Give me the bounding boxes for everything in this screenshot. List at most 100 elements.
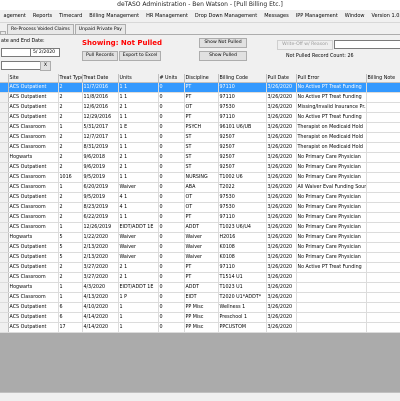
billing-note-cell[interactable] [366, 252, 400, 263]
pull-error-cell[interactable]: No Primary Care Physician [296, 212, 367, 223]
pull-error-cell[interactable] [296, 282, 367, 293]
menu-item[interactable]: Messages [261, 13, 293, 19]
site-cell[interactable]: ACS Outpatient [8, 302, 59, 313]
end-date-field[interactable]: 5/ 2/2020 [30, 48, 60, 57]
site-cell[interactable]: ACS Outpatient [8, 102, 59, 113]
treat-type-cell[interactable]: 2 [58, 132, 83, 143]
table-row[interactable]: ACS Classroom 2 8/23/2019 4 1 0 OT 97530 3/26/2… [0, 202, 400, 213]
units-cell[interactable]: 2 1 [118, 262, 159, 273]
pull-date-cell[interactable]: 3/26/2020 [266, 232, 297, 243]
num-units-cell[interactable]: 0 [158, 142, 185, 153]
row-header[interactable] [0, 282, 9, 293]
treat-date-cell[interactable]: 3/27/2020 [82, 272, 119, 283]
num-units-cell[interactable]: 0 [158, 252, 185, 263]
pull-date-cell[interactable]: 3/26/2020 [266, 162, 297, 173]
row-header[interactable] [0, 322, 9, 333]
pull-date-cell[interactable]: 3/26/2020 [266, 322, 297, 333]
pull-error-cell[interactable]: No Active PT Treat Funding [296, 262, 367, 273]
billing-note-cell[interactable] [366, 272, 400, 283]
discipline-cell[interactable]: Waiver [184, 252, 219, 263]
treat-date-cell[interactable]: 5/31/2017 [82, 122, 119, 133]
discipline-cell[interactable]: OT [184, 192, 219, 203]
num-units-cell[interactable]: 0 [158, 292, 185, 303]
table-row[interactable]: ACS Outpatient 2 9/6/2019 2 1 0 ST 92507 3/26/2… [0, 162, 400, 173]
num-units-cell[interactable]: 0 [158, 82, 185, 93]
discipline-cell[interactable]: OT [184, 102, 219, 113]
treat-type-cell[interactable]: 2 [58, 202, 83, 213]
treat-type-cell[interactable]: 2 [58, 212, 83, 223]
site-cell[interactable]: ACS Classroom [8, 222, 59, 233]
units-cell[interactable]: 1 1 [118, 112, 159, 123]
table-row[interactable]: ACS Outpatient 2 9/5/2019 4 1 0 OT 97530 3/26/2… [0, 192, 400, 203]
treat-date-cell[interactable]: 9/6/2019 [82, 162, 119, 173]
billing-code-cell[interactable]: 97530 [218, 102, 267, 113]
menu-item[interactable]: Window [341, 13, 368, 19]
billing-note-cell[interactable] [366, 292, 400, 303]
treat-date-cell[interactable]: 6/22/2019 [82, 212, 119, 223]
row-header[interactable] [0, 312, 9, 323]
row-header[interactable] [0, 182, 9, 193]
pull-date-cell[interactable]: 3/26/2020 [266, 252, 297, 263]
units-cell[interactable]: 2 1 [118, 102, 159, 113]
pull-date-cell[interactable]: 3/26/2020 [266, 182, 297, 193]
units-cell[interactable]: 1 1 [118, 82, 159, 93]
billing-note-cell[interactable] [366, 302, 400, 313]
site-cell[interactable]: ACS Classroom [8, 122, 59, 133]
discipline-cell[interactable]: ST [184, 162, 219, 173]
column-header[interactable]: Pull Error [296, 74, 367, 83]
discipline-cell[interactable]: PT [184, 82, 219, 93]
pull-error-cell[interactable]: No Primary Care Physician [296, 192, 367, 203]
pull-date-cell[interactable]: 3/26/2020 [266, 222, 297, 233]
treat-type-cell[interactable]: 5 [58, 232, 83, 243]
site-cell[interactable]: ACS Classroom [8, 182, 59, 193]
discipline-cell[interactable]: PT [184, 262, 219, 273]
num-units-cell[interactable]: 0 [158, 222, 185, 233]
billing-note-cell[interactable] [366, 92, 400, 103]
table-row[interactable]: Hogwarts 1 4/3/2020 EIDT/ADDT 1E 0 ADDT T1023 … [0, 282, 400, 293]
pull-error-cell[interactable]: Therapist on Medicaid Hold [296, 142, 367, 153]
billing-grid[interactable]: Site Treat Type Treat Date Units # Units Disc… [0, 74, 400, 392]
row-header[interactable] [0, 92, 9, 103]
treat-type-cell[interactable]: 2 [58, 162, 83, 173]
column-header[interactable]: # Units [158, 74, 185, 83]
site-cell[interactable]: ACS Outpatient [8, 322, 59, 333]
units-cell[interactable]: Waiver [118, 232, 159, 243]
treat-type-cell[interactable]: 2 [58, 82, 83, 93]
pull-error-cell[interactable]: No Primary Care Physician [296, 252, 367, 263]
row-header[interactable] [0, 192, 9, 203]
column-header[interactable]: Billing Note [366, 74, 400, 83]
column-header[interactable]: Discipline [184, 74, 219, 83]
table-row[interactable]: ACS Classroom 1 5/31/2017 1 E 0 PSYCH 96101 U6… [0, 122, 400, 133]
column-header[interactable]: Pull Date [266, 74, 297, 83]
row-header[interactable] [0, 232, 9, 243]
pull-date-cell[interactable]: 3/26/2020 [266, 242, 297, 253]
billing-note-cell[interactable] [366, 242, 400, 253]
treat-type-cell[interactable]: 17 [58, 322, 83, 333]
row-header[interactable] [0, 82, 9, 93]
treat-date-cell[interactable]: 4/14/2020 [82, 322, 119, 333]
treat-date-cell[interactable]: 3/27/2020 [82, 262, 119, 273]
treat-date-cell[interactable]: 11/8/2016 [82, 92, 119, 103]
billing-code-cell[interactable]: T1514 U1 [218, 272, 267, 283]
billing-code-cell[interactable]: 97110 [218, 82, 267, 93]
treat-date-cell[interactable]: 8/31/2019 [82, 142, 119, 153]
row-header[interactable] [0, 162, 9, 173]
billing-note-cell[interactable] [366, 262, 400, 273]
billing-code-cell[interactable]: T1002 U6 [218, 172, 267, 183]
treat-date-cell[interactable]: 8/23/2019 [82, 202, 119, 213]
pull-error-cell[interactable]: No Active PT Treat Funding [296, 82, 367, 93]
num-units-cell[interactable]: 0 [158, 102, 185, 113]
units-cell[interactable]: 4 1 [118, 202, 159, 213]
column-header[interactable]: Treat Date [82, 74, 119, 83]
billing-note-cell[interactable] [366, 322, 400, 333]
pull-error-cell[interactable]: Therapist on Medicaid Hold [296, 132, 367, 143]
row-header[interactable] [0, 152, 9, 163]
billing-code-cell[interactable]: 97110 [218, 92, 267, 103]
treat-date-cell[interactable]: 12/6/2016 [82, 102, 119, 113]
billing-note-cell[interactable] [366, 202, 400, 213]
treat-type-cell[interactable]: 2 [58, 272, 83, 283]
billing-code-cell[interactable]: T1023 U6/U4 [218, 222, 267, 233]
num-units-cell[interactable]: 0 [158, 182, 185, 193]
menu-item[interactable]: Billing Management [86, 13, 143, 19]
pull-error-cell[interactable] [296, 312, 367, 323]
